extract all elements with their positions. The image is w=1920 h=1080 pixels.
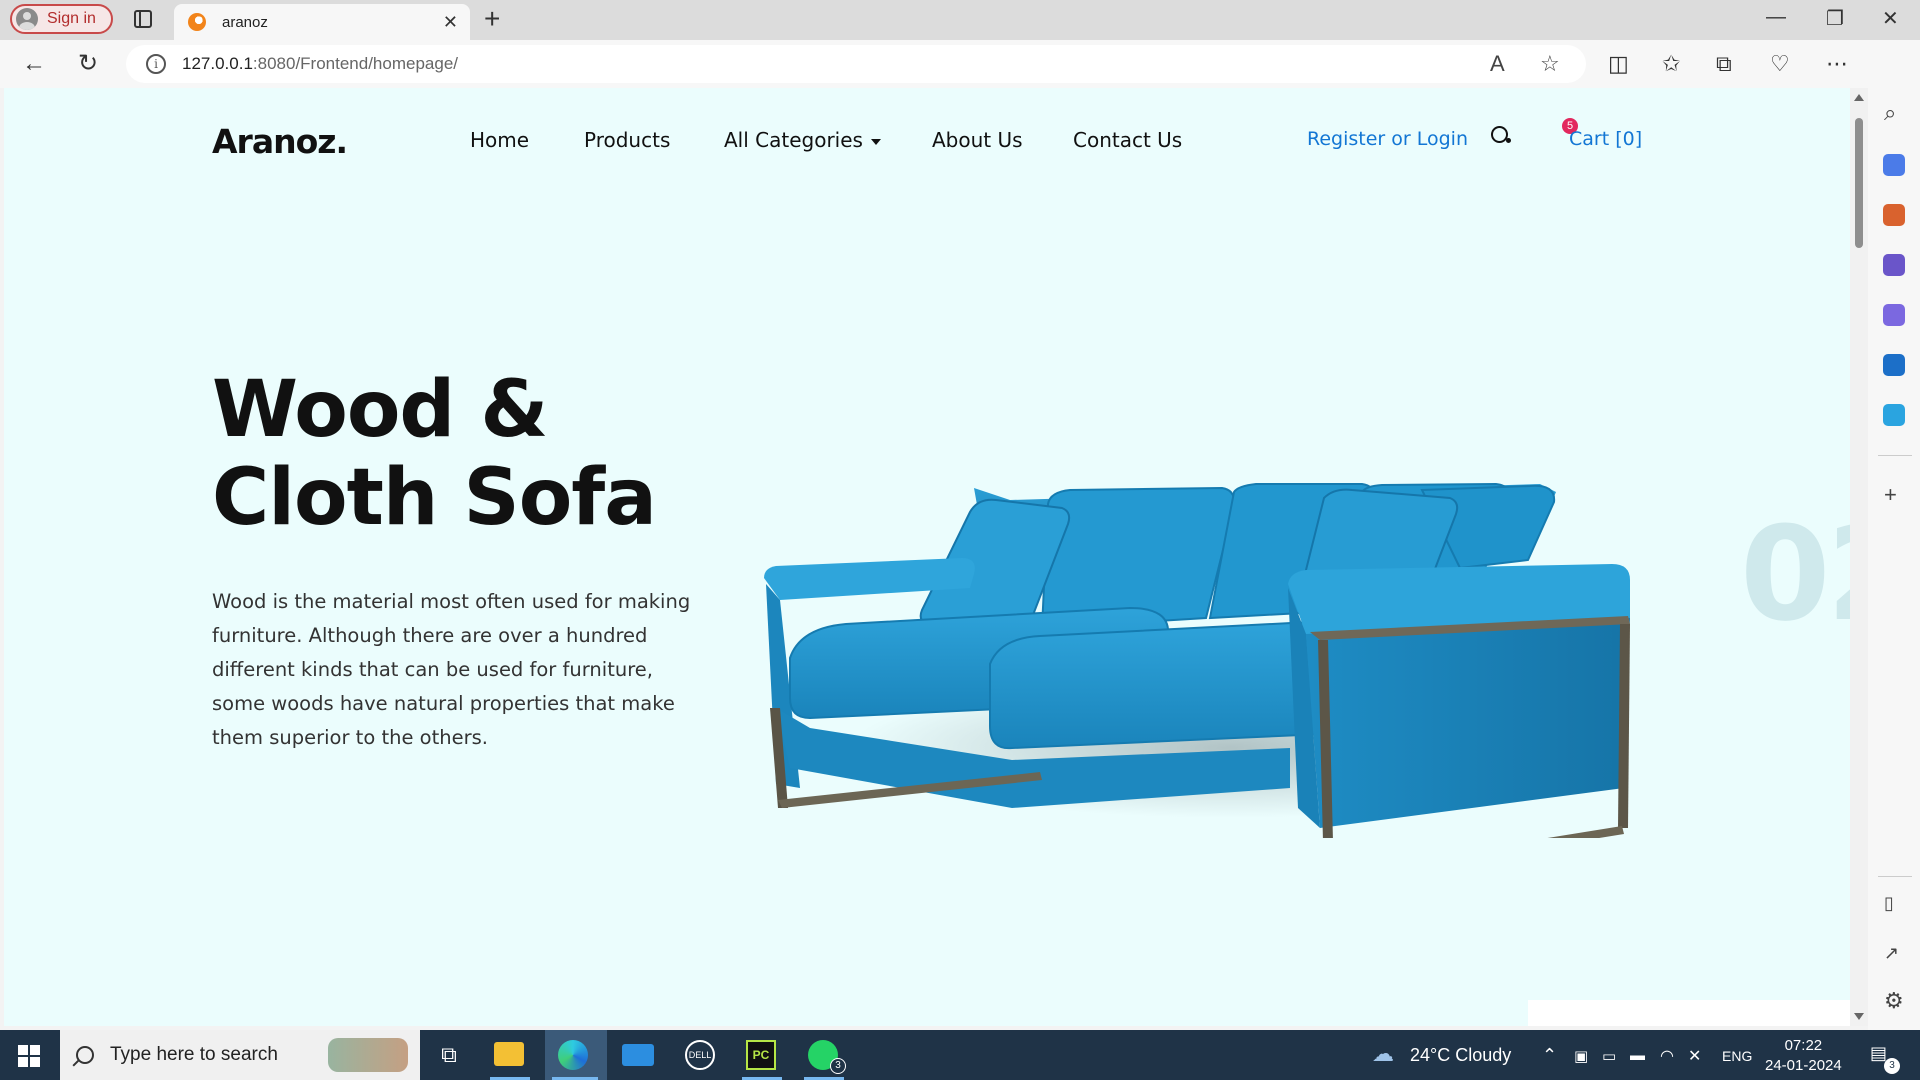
split-screen-icon[interactable]: ◫ xyxy=(1608,50,1629,78)
search-icon[interactable] xyxy=(1491,126,1511,148)
nav-all-categories-label: All Categories xyxy=(724,128,863,152)
profile-icon xyxy=(16,8,38,30)
new-tab-icon[interactable]: + xyxy=(484,4,500,34)
clock-date: 24-01-2024 xyxy=(1765,1057,1842,1074)
games-icon[interactable] xyxy=(1883,254,1905,276)
tab-title: aranoz xyxy=(222,13,268,31)
scroll-up-icon[interactable] xyxy=(1854,94,1864,101)
shopping-icon[interactable] xyxy=(1883,154,1905,176)
microsoft-365-icon[interactable] xyxy=(1883,304,1905,326)
restore-icon[interactable]: ❐ xyxy=(1826,6,1844,31)
window-close-icon[interactable]: ✕ xyxy=(1882,6,1899,31)
file-explorer-icon[interactable] xyxy=(494,1042,524,1066)
drop-icon[interactable] xyxy=(1883,404,1905,426)
hero-description: Wood is the material most often used for… xyxy=(212,590,691,749)
nav-all-categories[interactable]: All Categories xyxy=(724,128,881,152)
favorites-icon[interactable]: ✩ xyxy=(1662,50,1680,78)
cloudy-weather-icon[interactable]: ☁ xyxy=(1372,1041,1394,1067)
scrollbar-thumb[interactable] xyxy=(1855,118,1863,248)
wifi-icon[interactable]: ◠ xyxy=(1660,1046,1674,1066)
nav-about-us[interactable]: About Us xyxy=(932,128,1023,152)
cart-link[interactable]: Cart [0] xyxy=(1569,128,1642,150)
address-toolbar: ← ↻ i 127.0.0.1:8080/Frontend/homepage/ … xyxy=(0,40,1920,88)
windows-start-icon[interactable] xyxy=(18,1045,40,1067)
mail-icon[interactable] xyxy=(622,1044,654,1066)
blue-sofa-image xyxy=(764,482,1630,838)
sidebar-search-icon[interactable]: ⌕ xyxy=(1884,102,1896,124)
browser-tab[interactable]: aranoz ✕ xyxy=(174,4,470,40)
more-options-icon[interactable]: ⋯ xyxy=(1826,50,1848,78)
close-tab-icon[interactable]: ✕ xyxy=(443,12,458,33)
sign-in-button[interactable]: Sign in xyxy=(10,4,113,34)
register-login-link[interactable]: Register or Login xyxy=(1307,128,1468,150)
collections-icon[interactable]: ⧉ xyxy=(1716,50,1732,78)
taskbar-search-icon xyxy=(76,1046,94,1064)
dell-icon[interactable]: DELL xyxy=(685,1040,715,1070)
favorite-star-icon[interactable]: ☆ xyxy=(1540,51,1560,77)
nav-contact-us[interactable]: Contact Us xyxy=(1073,128,1182,152)
hide-sidebar-icon[interactable]: ▯ xyxy=(1884,892,1894,914)
page-scrollbar[interactable] xyxy=(1850,88,1868,1026)
task-view-icon[interactable]: ⧉ xyxy=(430,1036,468,1074)
browser-tab-strip: Sign in aranoz ✕ + — ❐ ✕ xyxy=(0,0,1920,40)
slide-number: 02 xyxy=(1740,498,1850,650)
sidebar-divider xyxy=(1878,455,1912,456)
minimize-icon[interactable]: — xyxy=(1766,6,1786,29)
site-favicon-icon xyxy=(188,13,206,31)
taskbar-search-placeholder: Type here to search xyxy=(110,1044,278,1065)
sidebar-divider xyxy=(1878,876,1912,877)
taskbar-clock[interactable]: 07:22 24-01-2024 xyxy=(1765,1036,1842,1076)
browser-essentials-icon[interactable]: ♡ xyxy=(1770,50,1790,78)
meet-now-icon[interactable]: ▣ xyxy=(1574,1047,1588,1065)
url-text: 127.0.0.1:8080/Frontend/homepage/ xyxy=(182,54,459,73)
external-link-icon[interactable]: ↗ xyxy=(1884,942,1899,964)
windows-taskbar: Type here to search ⧉ DELL PC 3 ☁ 24°C C… xyxy=(0,1030,1920,1080)
back-icon[interactable]: ← xyxy=(22,50,46,78)
page-viewport: Aranoz. Home Products All Categories Abo… xyxy=(4,88,1850,1026)
sign-in-label: Sign in xyxy=(47,10,96,27)
hero-title: Wood & Cloth Sofa xyxy=(212,365,657,543)
hero-title-line-1: Wood & xyxy=(212,365,548,455)
nav-products[interactable]: Products xyxy=(584,128,670,152)
language-indicator[interactable]: ENG xyxy=(1722,1048,1752,1064)
edge-sidebar: ⌕ + ▯ ↗ ⚙ xyxy=(1868,40,1920,1030)
scroll-down-icon[interactable] xyxy=(1854,1013,1864,1020)
weather-text[interactable]: 24°C Cloudy xyxy=(1410,1045,1511,1066)
display-icon[interactable]: ▭ xyxy=(1602,1047,1616,1065)
page-overlay-strip xyxy=(1528,1000,1850,1026)
battery-icon[interactable]: ▬ xyxy=(1630,1047,1645,1064)
outlook-icon[interactable] xyxy=(1883,354,1905,376)
dropdown-caret-icon xyxy=(870,138,881,145)
add-sidebar-app-icon[interactable]: + xyxy=(1884,484,1897,506)
refresh-icon[interactable]: ↻ xyxy=(78,50,98,78)
clock-time: 07:22 xyxy=(1784,1037,1823,1054)
site-info-icon[interactable]: i xyxy=(146,54,166,74)
tools-icon[interactable] xyxy=(1883,204,1905,226)
notifications-badge: 3 xyxy=(1884,1058,1900,1074)
sidebar-settings-icon[interactable]: ⚙ xyxy=(1884,990,1904,1012)
whatsapp-badge: 3 xyxy=(830,1058,846,1074)
hero-title-line-2: Cloth Sofa xyxy=(212,453,657,543)
nav-home[interactable]: Home xyxy=(470,128,529,152)
taskbar-search-box[interactable]: Type here to search xyxy=(60,1030,420,1080)
volume-muted-icon[interactable]: ✕ xyxy=(1688,1046,1701,1066)
read-aloud-icon[interactable]: A xyxy=(1490,51,1505,77)
site-logo[interactable]: Aranoz. xyxy=(212,122,348,161)
edge-browser-icon[interactable] xyxy=(558,1040,588,1070)
pycharm-icon[interactable]: PC xyxy=(746,1040,776,1070)
search-highlight-image xyxy=(328,1038,408,1072)
show-hidden-icons[interactable]: ⌃ xyxy=(1542,1045,1557,1066)
address-bar[interactable]: i 127.0.0.1:8080/Frontend/homepage/ A ☆ xyxy=(126,45,1586,83)
tab-actions-icon[interactable] xyxy=(134,10,152,28)
